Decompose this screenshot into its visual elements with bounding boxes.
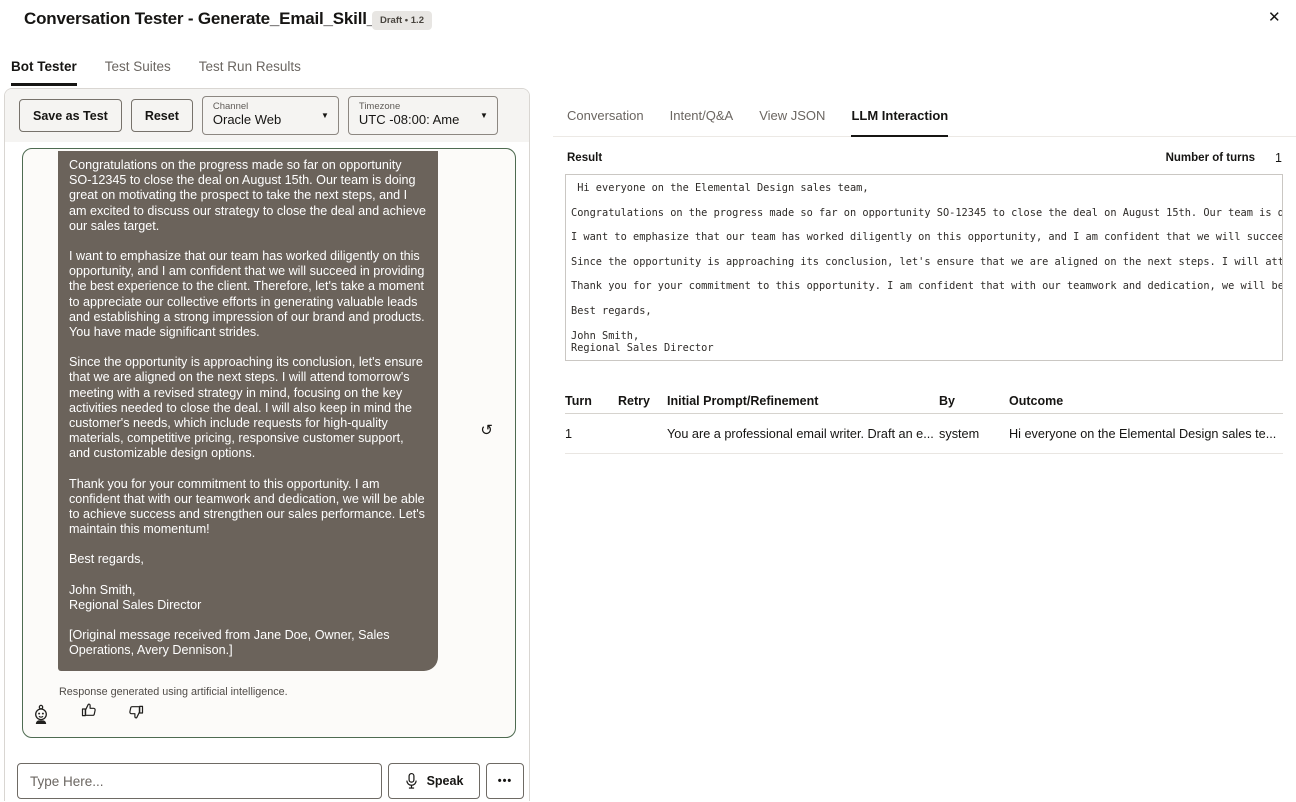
result-header-row: Result Number of turns 1	[567, 151, 1282, 165]
llm-turns-table: Turn Retry Initial Prompt/Refinement By …	[565, 388, 1283, 454]
speak-button[interactable]: Speak	[388, 763, 480, 799]
tab-llm-interaction[interactable]: LLM Interaction	[851, 108, 948, 137]
tab-bot-tester[interactable]: Bot Tester	[11, 59, 77, 86]
bubble-paragraph: John Smith,Regional Sales Director	[69, 583, 427, 613]
number-of-turns-value: 1	[1275, 151, 1282, 165]
tab-view-json[interactable]: View JSON	[759, 108, 825, 136]
microphone-icon	[405, 772, 418, 790]
ai-disclaimer: Response generated using artificial inte…	[59, 686, 288, 698]
thumbs-up-icon[interactable]	[80, 701, 98, 719]
bot-message-bubble: Congratulations on the progress made so …	[58, 151, 438, 671]
channel-select[interactable]: Channel Oracle Web ▼	[202, 96, 339, 135]
bot-tester-pane: Save as Test Reset Channel Oracle Web ▼ …	[4, 88, 530, 801]
column-header-prompt: Initial Prompt/Refinement	[667, 394, 939, 408]
table-cell: 1	[565, 427, 618, 441]
more-options-button[interactable]: •••	[486, 763, 524, 799]
robot-avatar-icon	[32, 704, 50, 725]
table-header-row: Turn Retry Initial Prompt/Refinement By …	[565, 388, 1283, 414]
bubble-paragraph: Best regards,	[69, 552, 427, 567]
bubble-paragraph: I want to emphasize that our team has wo…	[69, 249, 427, 340]
table-cell: system	[939, 427, 1009, 441]
close-icon[interactable]: ✕	[1268, 8, 1281, 26]
composer-row: Speak •••	[5, 763, 529, 801]
conversation-panel[interactable]: Congratulations on the progress made so …	[22, 148, 516, 738]
tab-test-suites[interactable]: Test Suites	[105, 59, 171, 86]
bubble-paragraph: Since the opportunity is approaching its…	[69, 355, 427, 461]
table-row[interactable]: 1 You are a professional email writer. Dr…	[565, 414, 1283, 454]
tab-test-run-results[interactable]: Test Run Results	[199, 59, 301, 86]
channel-value: Oracle Web	[213, 112, 314, 128]
chevron-down-icon: ▼	[321, 111, 329, 120]
column-header-turn: Turn	[565, 394, 618, 408]
tab-conversation[interactable]: Conversation	[567, 108, 644, 136]
llm-result-box[interactable]: Hi everyone on the Elemental Design sale…	[565, 174, 1283, 361]
number-of-turns-label: Number of turns	[1166, 152, 1255, 164]
channel-label: Channel	[213, 101, 314, 112]
bubble-paragraph: Thank you for your commitment to this op…	[69, 477, 427, 538]
tab-intent-qa[interactable]: Intent/Q&A	[670, 108, 734, 136]
chat-input[interactable]	[17, 763, 382, 799]
reset-button[interactable]: Reset	[131, 99, 193, 132]
save-as-test-button[interactable]: Save as Test	[19, 99, 122, 132]
column-header-by: By	[939, 394, 1009, 408]
bubble-paragraph: Congratulations on the progress made so …	[69, 158, 427, 234]
table-cell: You are a professional email writer. Dra…	[667, 427, 939, 441]
page-title: Conversation Tester - Generate_Email_Ski…	[24, 9, 409, 29]
timezone-value: UTC -08:00: Ame	[359, 112, 473, 128]
version-badge: Draft • 1.2	[372, 11, 432, 30]
timezone-label: Timezone	[359, 101, 473, 112]
result-label: Result	[567, 152, 602, 164]
right-tab-bar: Conversation Intent/Q&A View JSON LLM In…	[553, 88, 1296, 137]
main-tab-bar: Bot Tester Test Suites Test Run Results	[11, 59, 301, 86]
llm-interaction-pane: Conversation Intent/Q&A View JSON LLM In…	[553, 88, 1296, 801]
feedback-row	[23, 701, 515, 731]
tester-toolbar: Save as Test Reset Channel Oracle Web ▼ …	[5, 89, 529, 142]
retry-icon[interactable]: ↺	[480, 421, 493, 439]
llm-result-text: Hi everyone on the Elemental Design sale…	[571, 182, 1277, 354]
thumbs-down-icon[interactable]	[127, 703, 145, 721]
timezone-select[interactable]: Timezone UTC -08:00: Ame ▼	[348, 96, 498, 135]
table-cell: Hi everyone on the Elemental Design sale…	[1009, 427, 1283, 441]
column-header-retry: Retry	[618, 394, 667, 408]
column-header-outcome: Outcome	[1009, 394, 1283, 408]
bubble-paragraph: [Original message received from Jane Doe…	[69, 628, 427, 658]
llm-table-body: 1 You are a professional email writer. Dr…	[565, 414, 1283, 454]
chevron-down-icon: ▼	[480, 111, 488, 120]
speak-button-label: Speak	[427, 774, 464, 788]
